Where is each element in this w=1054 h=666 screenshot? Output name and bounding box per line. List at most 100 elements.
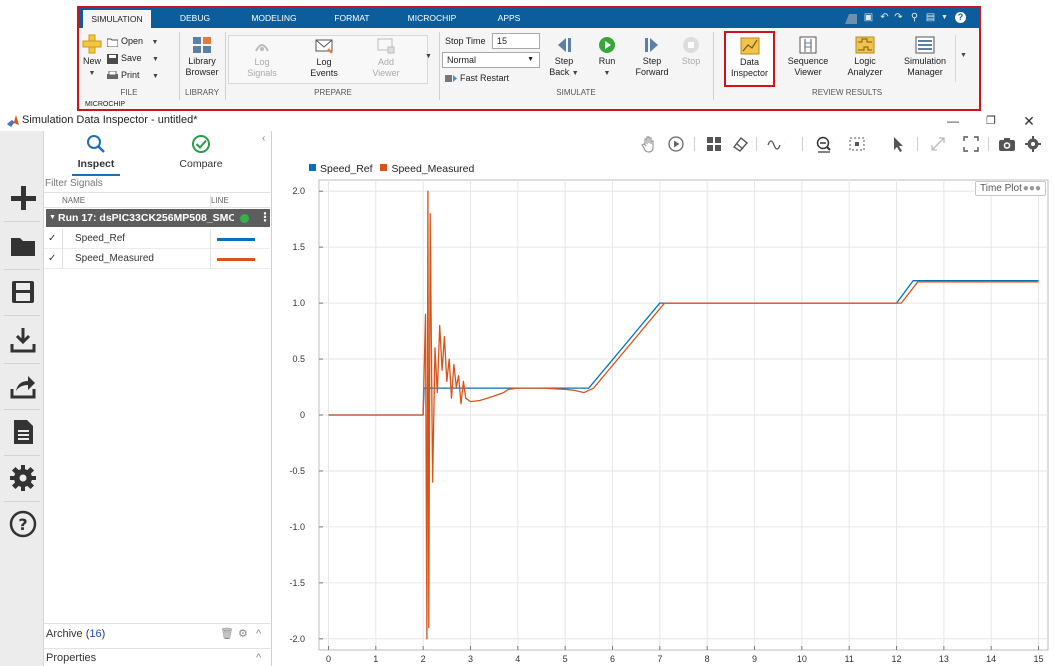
- filter-signals-input[interactable]: Filter Signals: [44, 178, 270, 193]
- window-title: Simulation Data Inspector - untitled*: [22, 114, 198, 126]
- save-session-button[interactable]: [8, 277, 38, 307]
- close-icon[interactable]: ✕: [1019, 113, 1039, 129]
- chevron-down-icon: ▼: [960, 52, 967, 59]
- column-name-header: NAME: [62, 196, 86, 205]
- signal-name: Speed_Ref: [75, 233, 126, 244]
- microchip-bottom-label: MICROCHIP: [85, 101, 126, 108]
- tab-simulation[interactable]: SIMULATION: [83, 10, 151, 28]
- section-simulate-label: SIMULATE: [556, 88, 596, 97]
- print-button[interactable]: Print ▼: [107, 68, 159, 82]
- tab-modeling[interactable]: MODELING: [239, 8, 309, 28]
- log-events-icon: [315, 39, 333, 54]
- more-options-icon[interactable]: ●●●: [1023, 182, 1041, 195]
- archive-count: 16: [89, 628, 102, 640]
- tab-microchip[interactable]: MICROCHIP: [397, 8, 467, 28]
- properties-section[interactable]: Properties ^: [44, 648, 270, 666]
- review-expand-button[interactable]: ▼: [955, 35, 970, 82]
- row-divider: [62, 249, 63, 269]
- archive-settings-icon[interactable]: ⚙: [238, 624, 248, 644]
- run-row[interactable]: ▼ Run 17: dsPIC33CK256MP508_SMO_ ⋮: [46, 209, 271, 227]
- stop-button[interactable]: Stop: [676, 36, 706, 67]
- new-session-button[interactable]: [8, 183, 38, 213]
- tab-compare[interactable]: Compare: [170, 134, 232, 170]
- run-caret-icon: ▼: [603, 70, 611, 77]
- run-menu-icon[interactable]: ⋮: [259, 209, 271, 225]
- x-tick-label: 9: [752, 654, 757, 664]
- redo-icon[interactable]: ↷: [893, 12, 904, 23]
- minimize-icon[interactable]: —: [943, 113, 963, 129]
- report-button[interactable]: [8, 417, 38, 447]
- log-events-button[interactable]: Log Events: [303, 37, 345, 79]
- x-tick-label: 7: [657, 654, 662, 664]
- open-folder-button[interactable]: [8, 231, 38, 261]
- x-tick-label: 2: [421, 654, 426, 664]
- archive-section[interactable]: Archive (16) 🗑 ⚙ ^: [44, 623, 270, 643]
- sequence-viewer-button[interactable]: Sequence Viewer: [783, 36, 833, 78]
- import-button[interactable]: [8, 325, 38, 355]
- export-button[interactable]: [8, 371, 38, 401]
- library-browser-label-1: Library: [188, 56, 216, 66]
- x-tick-label: 6: [610, 654, 615, 664]
- log-signals-icon: [255, 44, 269, 52]
- time-plot-chart[interactable]: 0 1 2 3 4 5 6 7 8 9 10 11 12 13 14 152.01.51.00.50-0.5-…: [272, 131, 1054, 666]
- help-button[interactable]: ?: [8, 509, 38, 539]
- step-forward-button[interactable]: Step Forward: [631, 36, 673, 78]
- tab-format[interactable]: FORMAT: [321, 8, 383, 28]
- tab-apps[interactable]: APPS: [479, 8, 539, 28]
- new-button[interactable]: New ▼: [81, 34, 103, 79]
- run-label: Run: [598, 56, 616, 66]
- library-browser-button[interactable]: Library Browser: [183, 36, 221, 78]
- search-icon[interactable]: ⚲: [909, 12, 920, 23]
- data-inspector-icon: [740, 37, 759, 55]
- undo-icon[interactable]: ↶: [879, 12, 890, 23]
- step-forward-label-1: Step: [642, 56, 662, 66]
- step-back-button[interactable]: Step Back ▼: [546, 36, 582, 79]
- stop-time-input[interactable]: 15: [492, 33, 540, 49]
- separator: [4, 409, 40, 410]
- signal-checkbox[interactable]: ✓: [48, 229, 58, 249]
- chevron-up-icon[interactable]: ^: [256, 624, 261, 644]
- prepare-expand-icon[interactable]: ▼: [425, 53, 432, 60]
- line-style-swatch[interactable]: [217, 258, 255, 261]
- logic-analyzer-button[interactable]: Logic Analyzer: [841, 36, 889, 78]
- step-forward-label-2: Forward: [635, 67, 669, 77]
- y-tick-label: 0: [300, 410, 305, 420]
- data-inspector-button[interactable]: Data Inspector: [724, 31, 775, 87]
- library-browser-icon: [193, 37, 211, 53]
- save-caret-icon: ▼: [152, 56, 159, 63]
- chevron-up-icon[interactable]: ^: [256, 649, 261, 666]
- new-caret-icon: ▼: [88, 70, 96, 77]
- signal-table-header: NAME LINE: [44, 194, 270, 208]
- layout-icon[interactable]: ▤: [925, 12, 936, 23]
- magnifier-icon: [87, 135, 105, 153]
- simulation-mode-value: Normal: [447, 55, 477, 65]
- simulation-mode-select[interactable]: Normal ▼: [442, 52, 540, 68]
- signal-row[interactable]: ✓ Speed_Measured: [44, 249, 270, 269]
- column-line-header: LINE: [211, 196, 229, 205]
- open-button[interactable]: Open ▼: [106, 34, 158, 48]
- trash-icon[interactable]: 🗑: [220, 624, 234, 644]
- signal-row[interactable]: ✓ Speed_Ref: [44, 229, 270, 249]
- help-icon: ?: [9, 510, 37, 538]
- preferences-button[interactable]: [8, 463, 38, 493]
- help-icon[interactable]: ?: [955, 12, 966, 23]
- restore-icon[interactable]: ❐: [981, 113, 1001, 129]
- qat-dropdown-icon[interactable]: ▼: [939, 12, 950, 23]
- y-tick-label: -1.5: [289, 578, 305, 588]
- add-viewer-button[interactable]: Add Viewer: [365, 37, 407, 79]
- time-plot-tag[interactable]: Time Plot ●●●: [975, 181, 1046, 196]
- log-events-label-2: Events: [310, 68, 338, 78]
- save-icon[interactable]: ▣: [863, 12, 874, 23]
- run-button[interactable]: Run ▼: [589, 36, 625, 79]
- active-tab-indicator: [72, 174, 120, 176]
- line-style-swatch[interactable]: [217, 238, 255, 241]
- save-button[interactable]: Save ▼: [107, 51, 159, 65]
- fast-restart-button[interactable]: Fast Restart: [445, 71, 509, 85]
- section-prepare-label: PREPARE: [314, 88, 352, 97]
- simulation-manager-button[interactable]: Simulation Manager: [897, 36, 953, 78]
- collapse-panel-icon[interactable]: ‹: [262, 133, 265, 144]
- tab-inspect[interactable]: Inspect: [64, 134, 128, 176]
- signal-checkbox[interactable]: ✓: [48, 249, 58, 269]
- tab-debug[interactable]: DEBUG: [165, 8, 225, 28]
- log-signals-button[interactable]: Log Signals: [241, 37, 283, 79]
